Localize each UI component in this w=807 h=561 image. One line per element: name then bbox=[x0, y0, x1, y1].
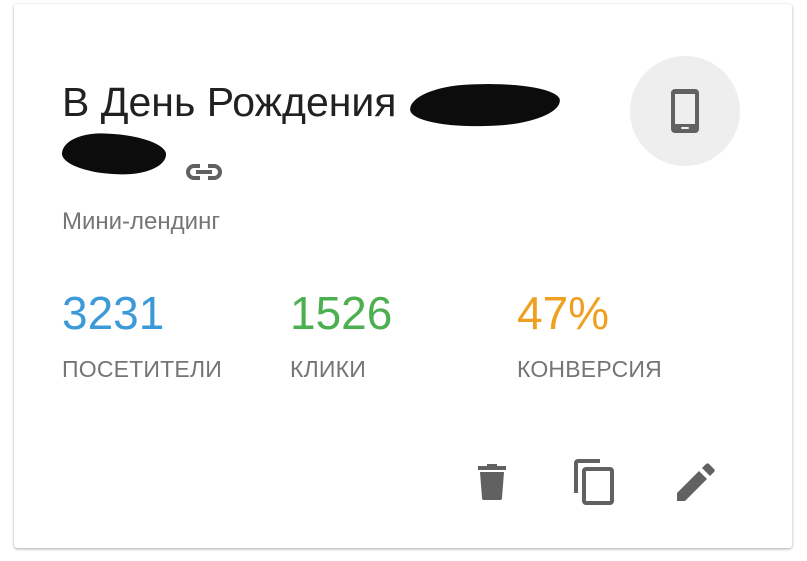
card-title: В День Рождения bbox=[61, 74, 622, 180]
stat-conversion-value: 47% bbox=[517, 287, 610, 339]
card-subtitle: Мини-лендинг bbox=[62, 208, 221, 235]
card-actions bbox=[466, 456, 722, 508]
stat-clicks-value: 1526 bbox=[290, 287, 393, 339]
smartphone-icon bbox=[671, 89, 699, 133]
link-icon[interactable] bbox=[184, 142, 224, 180]
landing-card: В День Рождения Мини-лендинг 3231 ПОСЕТИ… bbox=[14, 4, 792, 548]
copy-button[interactable] bbox=[568, 456, 620, 508]
redacted-name-part-1 bbox=[409, 81, 561, 129]
edit-button[interactable] bbox=[670, 456, 722, 508]
device-type-badge bbox=[630, 56, 740, 166]
stat-clicks-label: КЛИКИ bbox=[290, 356, 366, 382]
stat-clicks: 1526 КЛИКИ bbox=[290, 286, 392, 383]
redacted-name-part-2 bbox=[61, 131, 167, 177]
stat-visitors-value: 3231 bbox=[62, 287, 165, 339]
stat-visitors-label: ПОСЕТИТЕЛИ bbox=[62, 356, 222, 382]
delete-button[interactable] bbox=[466, 456, 518, 508]
stat-conversion: 47% КОНВЕРСИЯ bbox=[517, 286, 662, 383]
card-title-text: В День Рождения bbox=[62, 79, 397, 125]
delete-icon bbox=[478, 464, 506, 500]
edit-icon bbox=[677, 463, 715, 501]
copy-icon bbox=[574, 459, 614, 505]
stat-conversion-label: КОНВЕРСИЯ bbox=[517, 356, 662, 382]
stat-visitors: 3231 ПОСЕТИТЕЛИ bbox=[62, 286, 222, 383]
